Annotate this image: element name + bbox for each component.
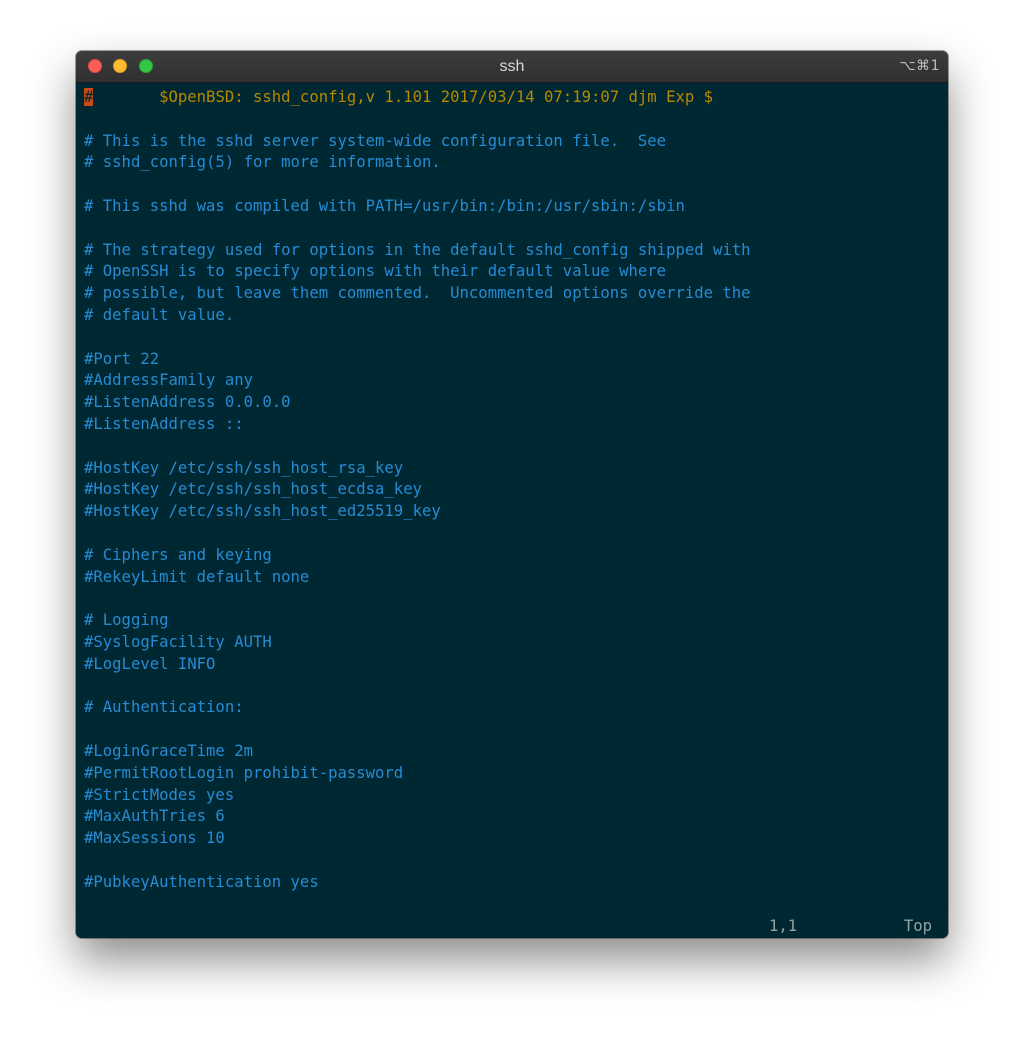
editor-line: #RekeyLimit default none xyxy=(84,567,310,586)
editor-line: # This is the sshd server system-wide co… xyxy=(84,131,667,150)
editor-line: #LoginGraceTime 2m xyxy=(84,741,253,760)
editor-line: # OpenSSH is to specify options with the… xyxy=(84,262,667,281)
scroll-position: Top xyxy=(903,917,932,935)
editor-line: #AddressFamily any xyxy=(84,371,253,390)
editor-line: #Port 22 xyxy=(84,349,160,368)
title-bar[interactable]: ssh ⌥⌘1 xyxy=(76,51,948,83)
editor-line: #LogLevel INFO xyxy=(84,654,216,673)
editor-line: #SyslogFacility AUTH xyxy=(84,632,272,651)
header-text: $OpenBSD: sshd_config,v 1.101 2017/03/14… xyxy=(93,88,714,106)
editor-line: #StrictModes yes xyxy=(84,785,235,804)
editor-line: # possible, but leave them commented. Un… xyxy=(84,284,751,303)
editor-line: #ListenAddress :: xyxy=(84,414,244,433)
cursor-position: 1,1 xyxy=(769,917,798,935)
window-shortcut: ⌥⌘1 xyxy=(899,58,940,74)
editor-line: #PubkeyAuthentication yes xyxy=(84,872,319,891)
editor-line: #MaxSessions 10 xyxy=(84,829,225,848)
editor-line: # Logging xyxy=(84,611,169,630)
editor-line-header: # $OpenBSD: sshd_config,v 1.101 2017/03/… xyxy=(84,87,751,109)
terminal-content[interactable]: # $OpenBSD: sshd_config,v 1.101 2017/03/… xyxy=(76,83,948,938)
window-title: ssh xyxy=(499,58,525,75)
editor-line: #HostKey /etc/ssh/ssh_host_rsa_key xyxy=(84,458,404,477)
editor-line: # This sshd was compiled with PATH=/usr/… xyxy=(84,196,685,215)
editor-line: #MaxAuthTries 6 xyxy=(84,807,225,826)
editor-line: #HostKey /etc/ssh/ssh_host_ed25519_key xyxy=(84,502,441,521)
vim-status-bar: 1,1 Top xyxy=(84,915,932,937)
editor-line: #HostKey /etc/ssh/ssh_host_ecdsa_key xyxy=(84,480,422,499)
editor-line: # sshd_config(5) for more information. xyxy=(84,153,441,172)
text-cursor: # xyxy=(84,88,94,106)
editor-line: # The strategy used for options in the d… xyxy=(84,240,751,259)
editor-line: # Ciphers and keying xyxy=(84,545,272,564)
editor-line: # default value. xyxy=(84,305,235,324)
terminal-window: ssh ⌥⌘1 # $OpenBSD: sshd_config,v 1.101 … xyxy=(76,51,948,938)
editor-buffer[interactable]: # $OpenBSD: sshd_config,v 1.101 2017/03/… xyxy=(84,87,751,915)
editor-line: # Authentication: xyxy=(84,698,244,717)
editor-line: #ListenAddress 0.0.0.0 xyxy=(84,393,291,412)
editor-line: #PermitRootLogin prohibit-password xyxy=(84,763,404,782)
